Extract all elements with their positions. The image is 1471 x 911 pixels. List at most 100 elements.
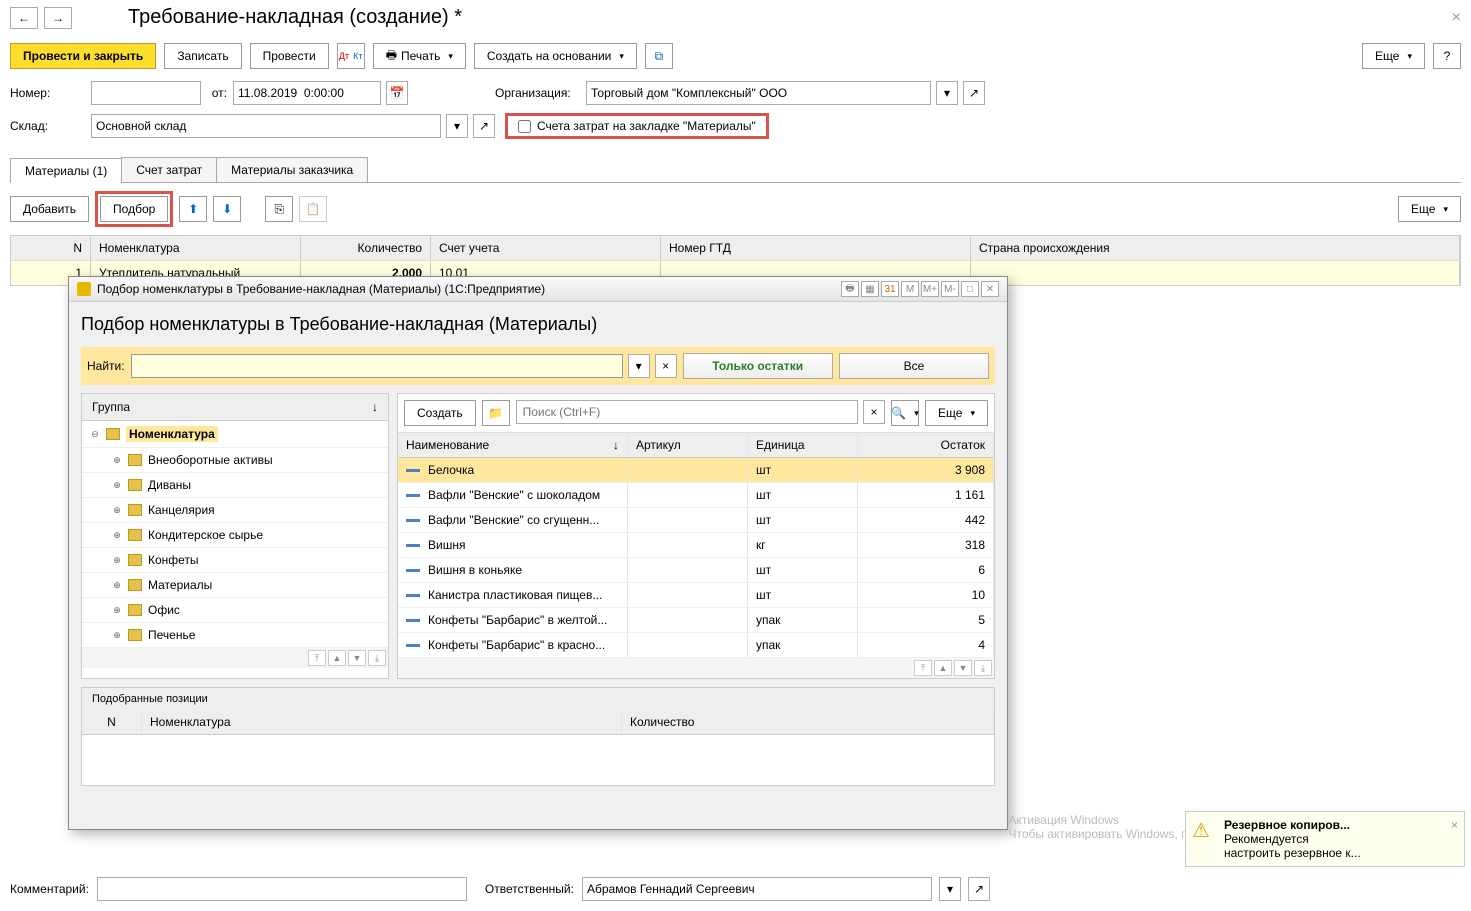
tab-materials[interactable]: Материалы (1) xyxy=(10,158,122,183)
col-item-unit[interactable]: Единица xyxy=(748,433,858,457)
calc-icon[interactable]: ▦ xyxy=(861,281,879,297)
nav-back-button[interactable]: ← xyxy=(10,7,38,29)
add-button[interactable]: Добавить xyxy=(10,196,89,222)
mminus-button[interactable]: M- xyxy=(941,281,959,297)
col-gtd[interactable]: Номер ГТД xyxy=(661,236,971,260)
find-dropdown[interactable]: ▾ xyxy=(628,354,650,378)
list-item[interactable]: Конфеты "Барбарис" в красно...упак4 xyxy=(398,633,994,658)
list-item[interactable]: Вишнякг318 xyxy=(398,533,994,558)
expand-icon[interactable]: ⊕ xyxy=(112,630,122,641)
list-down[interactable]: ▼ xyxy=(954,660,972,676)
organization-input[interactable] xyxy=(586,81,931,105)
list-top[interactable]: ⤒ xyxy=(914,660,932,676)
expand-icon[interactable]: ⊕ xyxy=(112,605,122,616)
only-balance-button[interactable]: Только остатки xyxy=(683,353,833,379)
tree-item[interactable]: ⊕Офис xyxy=(82,598,388,623)
sel-col-n[interactable]: N xyxy=(82,710,142,734)
warehouse-open[interactable]: ↗ xyxy=(473,114,495,138)
expand-icon[interactable]: ⊕ xyxy=(112,480,122,491)
sub-more-button[interactable]: Еще xyxy=(1398,196,1461,222)
organization-dropdown[interactable]: ▾ xyxy=(936,81,958,105)
item-search-input[interactable] xyxy=(516,400,858,424)
expand-icon[interactable]: ⊖ xyxy=(90,429,100,440)
tree-item[interactable]: ⊕Внеоборотные активы xyxy=(82,448,388,473)
responsible-input[interactable] xyxy=(582,877,932,901)
help-button[interactable]: ? xyxy=(1433,43,1461,69)
tree-item[interactable]: ⊕Канцелярия xyxy=(82,498,388,523)
number-input[interactable] xyxy=(91,81,201,105)
col-n[interactable]: N xyxy=(11,236,91,260)
col-item-stock[interactable]: Остаток xyxy=(858,433,994,457)
list-item[interactable]: Вафли "Венские" с шоколадомшт1 161 xyxy=(398,483,994,508)
group-header[interactable]: Группа xyxy=(92,400,130,414)
post-close-button[interactable]: Провести и закрыть xyxy=(10,43,156,69)
expand-icon[interactable]: ⊕ xyxy=(112,530,122,541)
list-item[interactable]: Канистра пластиковая пищев...шт10 xyxy=(398,583,994,608)
dtkt-button[interactable]: ДтКт xyxy=(337,43,365,69)
expand-icon[interactable]: ⊕ xyxy=(112,580,122,591)
m-button[interactable]: M xyxy=(901,281,919,297)
item-more-button[interactable]: Еще xyxy=(925,400,988,426)
col-item-article[interactable]: Артикул xyxy=(628,433,748,457)
tab-customer-materials[interactable]: Материалы заказчика xyxy=(216,157,368,182)
cost-accounts-checkbox[interactable] xyxy=(518,120,531,133)
col-qty[interactable]: Количество xyxy=(301,236,431,260)
tree-item[interactable]: ⊕Материалы xyxy=(82,573,388,598)
list-up[interactable]: ▲ xyxy=(934,660,952,676)
col-nomenclature[interactable]: Номенклатура xyxy=(91,236,301,260)
mplus-button[interactable]: M+ xyxy=(921,281,939,297)
sel-col-qty[interactable]: Количество xyxy=(622,710,994,734)
tree-up[interactable]: ▲ xyxy=(328,650,346,666)
move-up-button[interactable]: ⬆ xyxy=(179,196,207,222)
more-button[interactable]: Еще xyxy=(1362,43,1425,69)
col-country[interactable]: Страна происхождения xyxy=(971,236,1460,260)
post-button[interactable]: Провести xyxy=(250,43,329,69)
all-button[interactable]: Все xyxy=(839,353,989,379)
col-account[interactable]: Счет учета xyxy=(431,236,661,260)
comment-input[interactable] xyxy=(97,877,467,901)
tree-item[interactable]: ⊕Печенье xyxy=(82,623,388,648)
selected-empty-area[interactable] xyxy=(82,735,994,785)
print-preview-icon[interactable]: 🖶 xyxy=(841,281,859,297)
sel-col-nom[interactable]: Номенклатура xyxy=(142,710,622,734)
maximize-button[interactable]: □ xyxy=(961,281,979,297)
save-button[interactable]: Записать xyxy=(164,43,241,69)
tree-item[interactable]: ⊖Номенклатура xyxy=(82,421,388,448)
select-button[interactable]: Подбор xyxy=(100,196,168,222)
create-based-button[interactable]: Создать на основании xyxy=(474,43,637,69)
structure-button[interactable]: ⧉ xyxy=(645,43,673,69)
backup-toast[interactable]: ⚠ Резервное копиров... Рекомендуется нас… xyxy=(1185,811,1465,867)
copy-button[interactable]: ⎘ xyxy=(265,196,293,222)
list-item[interactable]: Вафли "Венские" со сгущенн...шт442 xyxy=(398,508,994,533)
item-search-button[interactable]: 🔍 xyxy=(891,400,919,426)
warehouse-dropdown[interactable]: ▾ xyxy=(446,114,468,138)
calendar-tb-icon[interactable]: 31 xyxy=(881,281,899,297)
print-button[interactable]: 🖶Печать xyxy=(373,43,466,69)
sort-icon[interactable]: ↓ xyxy=(372,400,378,414)
date-input[interactable] xyxy=(233,81,381,105)
tree-item[interactable]: ⊕Кондитерское сырье xyxy=(82,523,388,548)
list-item[interactable]: Вишня в коньякешт6 xyxy=(398,558,994,583)
expand-icon[interactable]: ⊕ xyxy=(112,505,122,516)
list-item[interactable]: Конфеты "Барбарис" в желтой...упак5 xyxy=(398,608,994,633)
item-search-clear[interactable]: × xyxy=(863,400,885,424)
col-item-name[interactable]: Наименование ↓ xyxy=(398,433,628,457)
tab-cost-account[interactable]: Счет затрат xyxy=(121,157,217,182)
toast-close[interactable]: × xyxy=(1451,818,1458,860)
calendar-button[interactable]: 📅 xyxy=(386,81,408,105)
responsible-open[interactable]: ↗ xyxy=(968,877,990,901)
responsible-dropdown[interactable]: ▾ xyxy=(939,877,961,901)
close-icon[interactable]: × xyxy=(1452,9,1461,27)
tree-top[interactable]: ⤒ xyxy=(308,650,326,666)
create-group-button[interactable]: 📁 xyxy=(482,400,510,426)
list-bottom[interactable]: ⤓ xyxy=(974,660,992,676)
organization-open[interactable]: ↗ xyxy=(963,81,985,105)
warehouse-input[interactable] xyxy=(91,114,441,138)
tree-item[interactable]: ⊕Диваны xyxy=(82,473,388,498)
move-down-button[interactable]: ⬇ xyxy=(213,196,241,222)
list-item[interactable]: Белочкашт3 908 xyxy=(398,458,994,483)
paste-button[interactable]: 📋 xyxy=(299,196,327,222)
create-button[interactable]: Создать xyxy=(404,400,476,426)
tree-bottom[interactable]: ⤓ xyxy=(368,650,386,666)
tree-down[interactable]: ▼ xyxy=(348,650,366,666)
